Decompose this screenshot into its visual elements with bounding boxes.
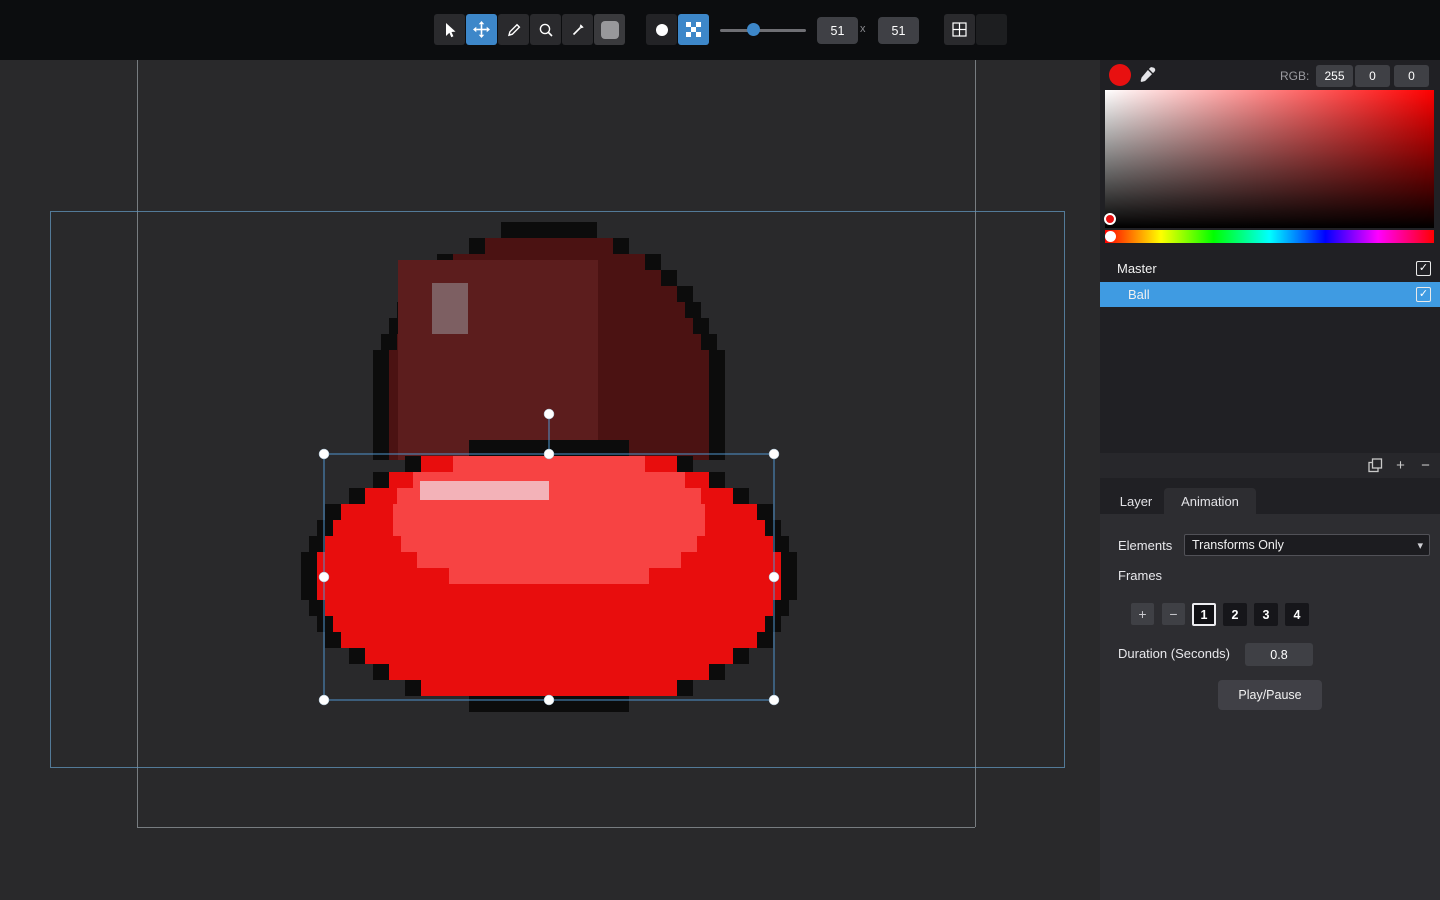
eyedropper-icon[interactable] [1138, 66, 1156, 84]
frames-label: Frames [1118, 568, 1162, 583]
handle-top-right[interactable] [769, 449, 779, 459]
rgb-r-input[interactable] [1316, 65, 1353, 87]
frame-button-1[interactable]: 1 [1192, 603, 1216, 626]
circle-brush-button[interactable] [646, 14, 677, 45]
circle-shape-icon [654, 22, 670, 38]
handle-bottom-left[interactable] [319, 695, 329, 705]
remove-frame-button[interactable]: − [1162, 603, 1185, 625]
checker-pattern-button[interactable] [678, 14, 709, 45]
tool-group-brush-shape [646, 14, 709, 45]
slider-handle[interactable] [747, 23, 760, 36]
cursor-icon [442, 22, 458, 38]
rotate-handle[interactable] [544, 409, 554, 419]
brush-icon [570, 22, 586, 38]
layer-name: Ball [1128, 287, 1150, 302]
handle-top-left[interactable] [319, 449, 329, 459]
add-frame-button[interactable]: + [1131, 603, 1154, 625]
move-icon [473, 21, 490, 38]
duration-label: Duration (Seconds) [1118, 646, 1230, 661]
handle-bottom-right[interactable] [769, 695, 779, 705]
saturation-value-picker[interactable] [1105, 90, 1434, 228]
move-tool-button[interactable] [466, 14, 497, 45]
tab-layer[interactable]: Layer [1108, 488, 1164, 514]
active-color-swatch-button[interactable] [594, 14, 625, 45]
frame-button-4[interactable]: 4 [1285, 603, 1309, 626]
rgb-label: RGB: [1280, 69, 1309, 83]
pencil-tool-button[interactable] [498, 14, 529, 45]
toolbar-slider[interactable] [720, 22, 806, 38]
eraser-icon [538, 22, 554, 38]
brush-tool-button[interactable] [562, 14, 593, 45]
checker-icon [686, 22, 701, 37]
rgb-b-input[interactable] [1394, 65, 1429, 87]
duplicate-icon [1368, 458, 1383, 473]
add-layer-button[interactable]: + [1391, 456, 1410, 475]
animation-panel: Elements Transforms Only ▾ Frames + − 1 … [1100, 514, 1440, 900]
remove-layer-button[interactable]: − [1416, 456, 1435, 475]
frame-button-3[interactable]: 3 [1254, 603, 1278, 626]
elements-dropdown[interactable]: Transforms Only ▾ [1184, 534, 1430, 556]
rgb-g-input[interactable] [1355, 65, 1390, 87]
slider-track[interactable] [720, 29, 806, 32]
toolbar: x [0, 0, 1440, 60]
layer-visibility-checkbox[interactable]: ✓ [1416, 287, 1431, 302]
pencil-icon [506, 22, 522, 38]
elements-dropdown-value: Transforms Only [1192, 538, 1417, 552]
canvas-width-input[interactable] [817, 17, 858, 44]
cursor-tool-button[interactable] [434, 14, 465, 45]
current-frame-ball[interactable] [301, 440, 797, 712]
handle-mid-right[interactable] [769, 572, 779, 582]
canvas-height-input[interactable] [878, 17, 919, 44]
chevron-down-icon: ▾ [1417, 539, 1423, 552]
layer-actions-strip: + − [1100, 453, 1440, 478]
layer-row-ball[interactable]: Ball ✓ [1100, 282, 1440, 307]
handle-top-center[interactable] [544, 449, 554, 459]
handle-mid-left[interactable] [319, 572, 329, 582]
current-color-swatch[interactable] [1109, 64, 1131, 86]
layer-row-master[interactable]: Master ✓ [1100, 256, 1440, 281]
hue-slider[interactable] [1105, 230, 1434, 243]
size-separator: x [860, 23, 866, 35]
brush-color-swatch [601, 21, 619, 39]
grid-icon [952, 22, 967, 37]
canvas-stage[interactable] [0, 60, 1100, 900]
elements-label: Elements [1118, 538, 1172, 553]
tool-group-main [434, 14, 625, 45]
panel-tabs: Layer Animation [1100, 488, 1440, 514]
duplicate-layer-button[interactable] [1366, 456, 1385, 475]
duration-input[interactable] [1245, 643, 1313, 666]
play-pause-button[interactable]: Play/Pause [1218, 680, 1322, 710]
hue-slider-indicator[interactable] [1105, 231, 1116, 242]
layer-name: Master [1117, 261, 1157, 276]
layer-visibility-checkbox[interactable]: ✓ [1416, 261, 1431, 276]
tool-group-grid [944, 14, 1007, 45]
eraser-tool-button[interactable] [530, 14, 561, 45]
handle-bottom-center[interactable] [544, 695, 554, 705]
grid-toggle-button[interactable] [944, 14, 975, 45]
frame-button-2[interactable]: 2 [1223, 603, 1247, 626]
pixel-art-canvas[interactable] [0, 60, 1100, 900]
tab-animation[interactable]: Animation [1164, 488, 1256, 514]
right-panel: RGB: Master ✓ Ball ✓ + − Layer Animation… [1100, 60, 1440, 900]
grid-secondary-button[interactable] [976, 14, 1007, 45]
sv-picker-indicator[interactable] [1104, 213, 1116, 225]
